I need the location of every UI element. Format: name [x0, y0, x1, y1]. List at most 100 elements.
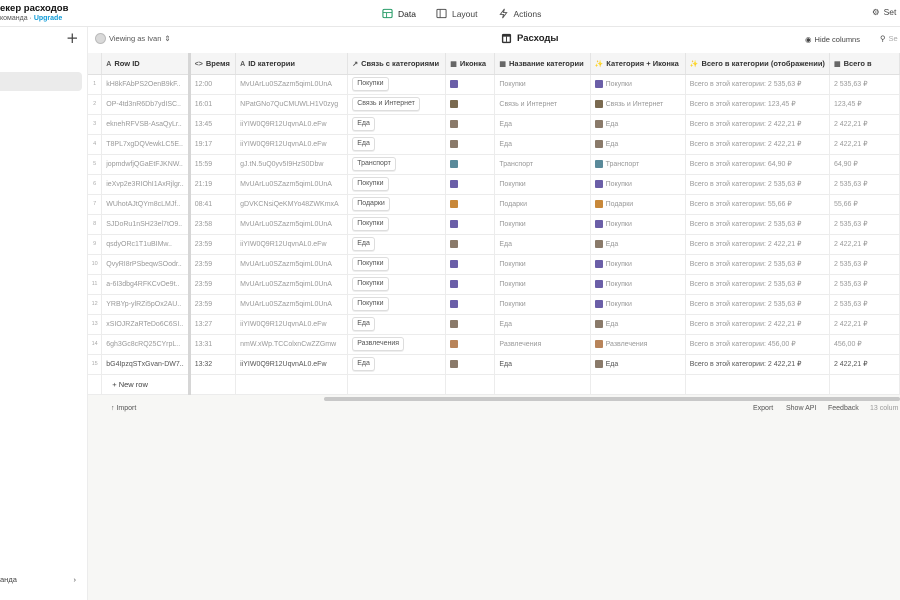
- cell-icon[interactable]: [445, 334, 496, 355]
- cell-category-id[interactable]: iiYIW0Q9R12UqvnAL0.eFw: [235, 314, 349, 335]
- cell-icon[interactable]: [445, 234, 496, 255]
- cell-time[interactable]: 13:45: [189, 114, 237, 135]
- column-header[interactable]: ↗ Связь с категориями: [347, 53, 447, 75]
- cell-category-combo[interactable]: Еда: [590, 354, 686, 375]
- column-header[interactable]: A Row ID: [101, 53, 191, 75]
- cell-category-id[interactable]: gDVKCNsiQeKMYo48ZWKmxA: [235, 194, 349, 215]
- cell-category-relation[interactable]: Покупки: [347, 74, 447, 95]
- cell-category-id[interactable]: MvUArLu0SZazm5qimL0UnA: [235, 174, 349, 195]
- cell-time[interactable]: 23:59: [189, 234, 237, 255]
- cell-category-relation[interactable]: Покупки: [347, 174, 447, 195]
- cell-category-combo[interactable]: Покупки: [590, 294, 686, 315]
- upgrade-link[interactable]: Upgrade: [34, 15, 62, 22]
- cell-time[interactable]: 08:41: [189, 194, 237, 215]
- cell-time[interactable]: 13:32: [189, 354, 237, 375]
- cell-total-display[interactable]: Всего в этой категории: 2 535,63 ₽: [685, 294, 830, 315]
- cell-total[interactable]: 2 535,63 ₽: [829, 254, 900, 275]
- cell-category-name[interactable]: Покупки: [494, 274, 591, 295]
- cell-category-combo[interactable]: Покупки: [590, 274, 686, 295]
- cell-category-combo[interactable]: Еда: [590, 114, 686, 135]
- show-api-button[interactable]: Show API: [786, 405, 816, 412]
- cell-total-display[interactable]: Всего в этой категории: 2 422,21 ₽: [685, 134, 830, 155]
- cell-total[interactable]: 456,00 ₽: [829, 334, 900, 355]
- cell-total[interactable]: 2 422,21 ₽: [829, 234, 900, 255]
- tab-layout[interactable]: Layout: [426, 0, 488, 27]
- cell-category-id[interactable]: MvUArLu0SZazm5qimL0UnA: [235, 214, 349, 235]
- table-row[interactable]: 12 YRBYp-ylRZi5pOx2AU.. 23:59 MvUArLu0SZazm…: [88, 294, 900, 315]
- cell-category-id[interactable]: iiYIW0Q9R12UqvnAL0.eFw: [235, 134, 349, 155]
- cell-category-combo[interactable]: Развлечения: [590, 334, 686, 355]
- cell-row-id[interactable]: 6gh3Gc8cRQ25CYrpL..: [101, 334, 191, 355]
- cell-category-relation[interactable]: Еда: [347, 134, 447, 155]
- relation-chip[interactable]: Покупки: [352, 277, 389, 291]
- relation-chip[interactable]: Еда: [352, 357, 375, 371]
- cell-category-name[interactable]: Связь и Интернет: [494, 94, 591, 115]
- cell-row-id[interactable]: a-6I3dbg4RFKCvOe9t..: [101, 274, 191, 295]
- cell-category-name[interactable]: Покупки: [494, 254, 591, 275]
- cell-category-name[interactable]: Покупки: [494, 74, 591, 95]
- cell-total[interactable]: 2 535,63 ₽: [829, 74, 900, 95]
- cell-total-display[interactable]: Всего в этой категории: 2 535,63 ₽: [685, 274, 830, 295]
- cell-category-relation[interactable]: Связь и Интернет: [347, 94, 447, 115]
- cell-total[interactable]: 2 422,21 ₽: [829, 314, 900, 335]
- cell-category-id[interactable]: MvUArLu0SZazm5qimL0UnA: [235, 74, 349, 95]
- cell-total-display[interactable]: Всего в этой категории: 2 422,21 ₽: [685, 354, 830, 375]
- cell-row-id[interactable]: qsdyORc1T1uBIMw..: [101, 234, 191, 255]
- relation-chip[interactable]: Подарки: [352, 197, 390, 211]
- column-header[interactable]: ▦ Иконка: [445, 53, 496, 75]
- cell-total-display[interactable]: Всего в этой категории: 2 422,21 ₽: [685, 314, 830, 335]
- cell-total[interactable]: 2 422,21 ₽: [829, 114, 900, 135]
- column-header[interactable]: ▦ Всего в: [829, 53, 900, 75]
- table-row[interactable]: 4 T8PL7xgDQVewkLC5E.. 19:17 iiYIW0Q9R12Uqvn…: [88, 134, 900, 155]
- cell-category-combo[interactable]: Покупки: [590, 174, 686, 195]
- cell-category-name[interactable]: Еда: [494, 134, 591, 155]
- table-row[interactable]: 15 bG4IpzqSTxGvan-DW7.. 13:32 iiYIW0Q9R12Uq…: [88, 354, 900, 375]
- cell-total[interactable]: 2 535,63 ₽: [829, 294, 900, 315]
- cell-total[interactable]: 2 535,63 ₽: [829, 274, 900, 295]
- viewing-as-selector[interactable]: Viewing as Ivan ⇕: [95, 33, 171, 44]
- hide-columns-button[interactable]: ◉ Hide columns: [805, 35, 860, 44]
- cell-row-id[interactable]: QvyRI8rPSbeqwSOodr..: [101, 254, 191, 275]
- cell-category-relation[interactable]: Еда: [347, 354, 447, 375]
- cell-icon[interactable]: [445, 294, 496, 315]
- cell-time[interactable]: 16:01: [189, 94, 237, 115]
- cell-time[interactable]: 23:59: [189, 254, 237, 275]
- cell-total[interactable]: 2 422,21 ₽: [829, 354, 900, 375]
- cell-time[interactable]: 23:58: [189, 214, 237, 235]
- cell-icon[interactable]: [445, 214, 496, 235]
- table-row[interactable]: 9 qsdyORc1T1uBIMw.. 23:59 iiYIW0Q9R12UqvnAL…: [88, 234, 900, 255]
- cell-total-display[interactable]: Всего в этой категории: 2 535,63 ₽: [685, 174, 830, 195]
- relation-chip[interactable]: Покупки: [352, 257, 389, 271]
- cell-icon[interactable]: [445, 314, 496, 335]
- cell-icon[interactable]: [445, 134, 496, 155]
- column-header[interactable]: ✨ Всего в категории (отображении): [685, 53, 830, 75]
- cell-category-name[interactable]: Еда: [494, 234, 591, 255]
- cell-total[interactable]: 2 535,63 ₽: [829, 214, 900, 235]
- table-row[interactable]: 5 jopmdwfjQGaEtFJKNW.. 15:59 gJ.tN.5uQ0yv5I…: [88, 154, 900, 175]
- relation-chip[interactable]: Еда: [352, 317, 375, 331]
- feedback-button[interactable]: Feedback: [828, 405, 859, 412]
- cell-icon[interactable]: [445, 154, 496, 175]
- cell-category-relation[interactable]: Покупки: [347, 274, 447, 295]
- cell-category-id[interactable]: MvUArLu0SZazm5qimL0UnA: [235, 254, 349, 275]
- cell-total[interactable]: 123,45 ₽: [829, 94, 900, 115]
- column-header[interactable]: ▦ Название категории: [494, 53, 591, 75]
- cell-row-id[interactable]: WUhotAJtQYm8cLMJf..: [101, 194, 191, 215]
- cell-category-id[interactable]: NPatGNo7QuCMUWLH1V0zyg: [235, 94, 349, 115]
- cell-category-id[interactable]: MvUArLu0SZazm5qimL0UnA: [235, 294, 349, 315]
- cell-time[interactable]: 23:59: [189, 274, 237, 295]
- table-row[interactable]: 14 6gh3Gc8cRQ25CYrpL.. 13:31 nmW.xWp.TCColx…: [88, 334, 900, 355]
- cell-category-combo[interactable]: Покупки: [590, 74, 686, 95]
- cell-total-display[interactable]: Всего в этой категории: 2 535,63 ₽: [685, 74, 830, 95]
- cell-icon[interactable]: [445, 174, 496, 195]
- cell-category-relation[interactable]: Покупки: [347, 254, 447, 275]
- relation-chip[interactable]: Транспорт: [352, 157, 396, 171]
- table-row[interactable]: 7 WUhotAJtQYm8cLMJf.. 08:41 gDVKCNsiQeKMYo4…: [88, 194, 900, 215]
- cell-category-combo[interactable]: Еда: [590, 134, 686, 155]
- relation-chip[interactable]: Покупки: [352, 297, 389, 311]
- cell-category-relation[interactable]: Еда: [347, 314, 447, 335]
- cell-icon[interactable]: [445, 114, 496, 135]
- cell-category-name[interactable]: Еда: [494, 114, 591, 135]
- cell-row-id[interactable]: YRBYp-ylRZi5pOx2AU..: [101, 294, 191, 315]
- cell-icon[interactable]: [445, 94, 496, 115]
